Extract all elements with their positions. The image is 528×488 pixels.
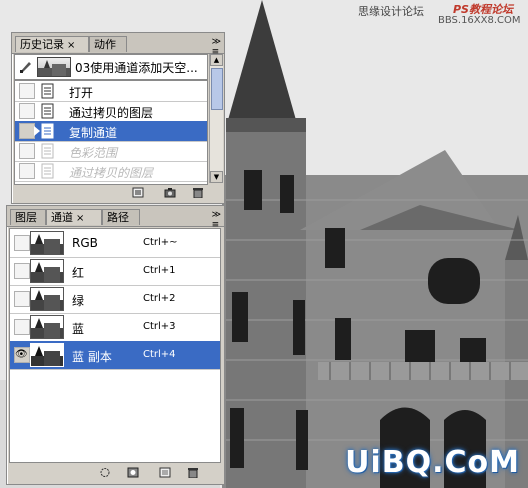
new-channel-icon[interactable]: [159, 467, 171, 478]
history-source-checkbox[interactable]: [19, 123, 35, 139]
history-item-label: 通过拷贝的图层: [69, 106, 154, 120]
channel-name: 蓝 副本: [72, 350, 112, 364]
visibility-checkbox[interactable]: [14, 291, 30, 307]
history-item-label: 通过拷贝的图层: [69, 166, 154, 180]
new-document-from-state-icon[interactable]: [132, 187, 144, 198]
scroll-thumb[interactable]: [211, 68, 223, 110]
visibility-checkbox[interactable]: 👁: [14, 347, 30, 363]
tab-actions[interactable]: 动作: [89, 36, 127, 52]
watermark-site-name: 思缘设计论坛: [358, 5, 424, 18]
history-item[interactable]: 色彩范围: [15, 141, 207, 162]
channel-shortcut: Ctrl+4: [143, 349, 176, 360]
visibility-checkbox[interactable]: [14, 263, 30, 279]
channel-thumbnail: [30, 231, 64, 255]
close-icon[interactable]: ×: [67, 40, 75, 51]
history-item[interactable]: 打开: [15, 81, 207, 102]
channels-footer: [7, 465, 224, 481]
channel-thumbnail: [30, 315, 64, 339]
history-source-checkbox[interactable]: [19, 83, 35, 99]
tab-history-label: 历史记录: [20, 38, 64, 51]
snapshot-thumbnail: [37, 57, 71, 77]
new-snapshot-icon[interactable]: [164, 187, 176, 198]
history-state-icon: [41, 83, 55, 99]
scroll-up-icon[interactable]: ▲: [210, 54, 223, 66]
delete-channel-icon[interactable]: [187, 467, 199, 479]
history-panel: 历史记录 × 动作 ≫ ≡ 03使用通道添加天空... 打开 通过拷贝的图层 复…: [11, 32, 225, 204]
watermark-logo: UiBQ.CoM: [345, 445, 520, 480]
history-scrollbar[interactable]: ▲ ▼: [209, 54, 223, 183]
watermark-url: BBS.16XX8.COM: [438, 15, 521, 26]
history-item-label: 打开: [69, 86, 94, 100]
history-state-icon: [41, 163, 55, 179]
panel-menu-icon[interactable]: ≫ ≡: [212, 210, 221, 230]
visibility-checkbox[interactable]: [14, 235, 30, 251]
history-source-checkbox[interactable]: [19, 163, 35, 179]
channel-thumbnail: [30, 259, 64, 283]
close-icon[interactable]: ×: [76, 213, 84, 224]
channel-row-green[interactable]: 绿 Ctrl+2: [10, 285, 220, 314]
history-slider-icon[interactable]: [34, 126, 40, 136]
history-list: 打开 通过拷贝的图层 复制通道 色彩范围 通过拷贝的图层: [14, 80, 208, 185]
history-item[interactable]: 通过拷贝的图层: [15, 161, 207, 182]
history-state-icon: [41, 123, 55, 139]
load-selection-icon[interactable]: [99, 467, 111, 478]
channel-name: 蓝: [72, 322, 85, 336]
history-footer: [12, 185, 224, 201]
channel-row-blue[interactable]: 蓝 Ctrl+3: [10, 313, 220, 342]
tab-paths[interactable]: 路径: [102, 209, 140, 225]
channel-row-red[interactable]: 红 Ctrl+1: [10, 257, 220, 286]
channel-shortcut: Ctrl+~: [143, 237, 178, 248]
history-panel-tabbar: 历史记录 × 动作 ≫ ≡: [12, 33, 224, 57]
channel-shortcut: Ctrl+1: [143, 265, 176, 276]
snapshot-label: 03使用通道添加天空...: [75, 61, 198, 75]
snapshot-row[interactable]: 03使用通道添加天空...: [14, 54, 208, 80]
history-state-icon: [41, 143, 55, 159]
channel-shortcut: Ctrl+2: [143, 293, 176, 304]
channel-thumbnail: [30, 343, 64, 367]
channel-name: RGB: [72, 236, 98, 250]
history-item[interactable]: 通过拷贝的图层: [15, 101, 207, 122]
channel-row-blue-copy[interactable]: 👁 蓝 副本 Ctrl+4: [10, 341, 220, 370]
history-item-selected[interactable]: 复制通道: [15, 121, 207, 142]
eye-icon: 👁: [15, 349, 28, 360]
tab-channels[interactable]: 通道 ×: [46, 209, 102, 225]
history-item-label: 复制通道: [69, 126, 118, 140]
scroll-down-icon[interactable]: ▼: [210, 171, 223, 183]
channel-shortcut: Ctrl+3: [143, 321, 176, 332]
history-source-checkbox[interactable]: [19, 143, 35, 159]
tab-layers[interactable]: 图层: [10, 209, 46, 225]
tab-history[interactable]: 历史记录 ×: [15, 36, 89, 52]
channel-name: 红: [72, 266, 85, 280]
channels-list: RGB Ctrl+~ 红 Ctrl+1 绿 Ctrl+2 蓝 Ctrl+3 👁: [9, 228, 221, 463]
delete-icon[interactable]: [192, 187, 204, 199]
history-item-label: 色彩范围: [69, 146, 118, 160]
save-selection-icon[interactable]: [127, 467, 139, 478]
tab-paths-label: 路径: [107, 211, 129, 224]
channels-panel: 图层 通道 × 路径 ≫ ≡ RGB Ctrl+~ 红 Ctrl+1 绿 Ctr…: [6, 205, 225, 485]
channel-row-rgb[interactable]: RGB Ctrl+~: [10, 229, 220, 258]
tab-channels-label: 通道: [51, 211, 73, 224]
tab-actions-label: 动作: [94, 38, 116, 51]
history-state-icon: [41, 103, 55, 119]
visibility-checkbox[interactable]: [14, 319, 30, 335]
snapshot-brush-icon: [19, 59, 33, 73]
tab-layers-label: 图层: [15, 211, 37, 224]
history-source-checkbox[interactable]: [19, 103, 35, 119]
channel-thumbnail: [30, 287, 64, 311]
channel-name: 绿: [72, 294, 85, 308]
channels-panel-tabbar: 图层 通道 × 路径 ≫ ≡: [7, 206, 224, 230]
